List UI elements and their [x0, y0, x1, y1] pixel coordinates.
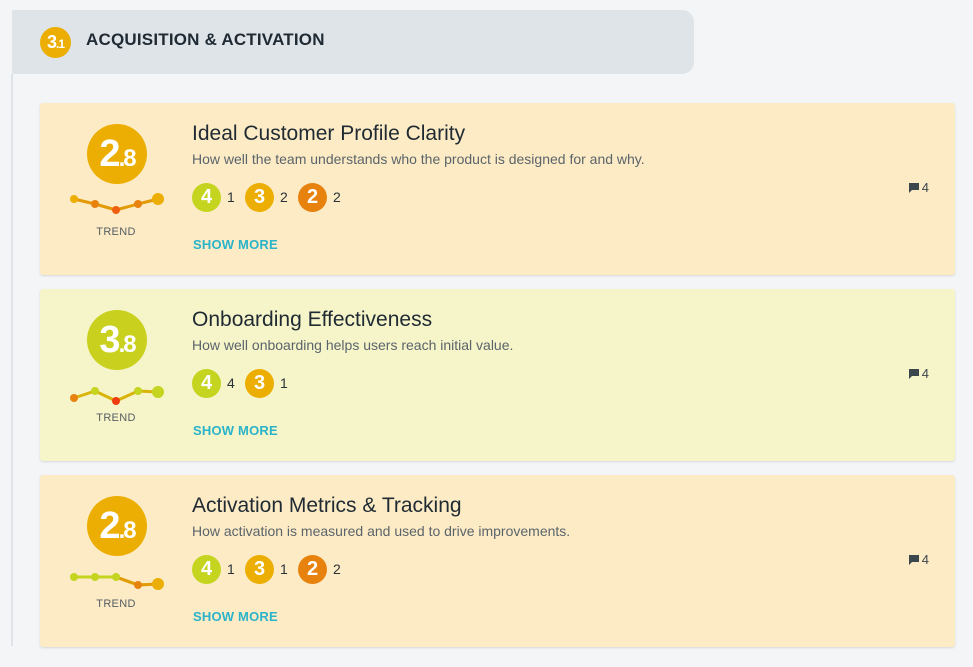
- vote-count: 2: [333, 189, 341, 205]
- show-more-link[interactable]: SHOW MORE: [193, 237, 278, 252]
- vote-count: 1: [227, 189, 235, 205]
- vote-level-3: 3 1: [245, 368, 292, 398]
- vote-count: 1: [227, 561, 235, 577]
- trend-point: [112, 206, 120, 214]
- vote-level-3: 3 1: [245, 554, 292, 584]
- page: 3.1 ACQUISITION & ACTIVATION 2.8 TREND I…: [0, 0, 973, 667]
- comment-count: 4: [921, 180, 929, 195]
- vote-level-4: 4 4: [192, 368, 239, 398]
- vote-count: 1: [280, 561, 288, 577]
- vote-distribution: 4 1 3 2 2 2: [192, 182, 351, 212]
- trend-point: [70, 195, 78, 203]
- vote-distribution: 4 1 3 1 2 2: [192, 554, 351, 584]
- trend-label: TREND: [96, 226, 136, 238]
- trend-point: [91, 573, 99, 581]
- trend-point: [152, 193, 164, 205]
- vote-count: 2: [333, 561, 341, 577]
- comments-button[interactable]: 4: [908, 180, 929, 195]
- trend-point: [91, 200, 99, 208]
- trend-sparkline: [70, 386, 164, 405]
- card-title: Ideal Customer Profile Clarity: [192, 122, 466, 145]
- question-card: 2.8 TREND Activation Metrics & Tracking …: [40, 475, 955, 647]
- trend-sparkline: [70, 193, 164, 214]
- comment-count: 4: [921, 366, 929, 381]
- trend-point: [112, 573, 120, 581]
- comment-icon: [908, 182, 919, 193]
- vote-level-3: 3 2: [245, 182, 292, 212]
- vote-level-badge: 4: [192, 182, 221, 212]
- comment-count: 4: [921, 552, 929, 567]
- show-more-link[interactable]: SHOW MORE: [193, 423, 278, 438]
- trend-point: [70, 394, 78, 402]
- section-title: ACQUISITION & ACTIVATION: [86, 30, 325, 49]
- vote-level-badge: 3: [245, 368, 274, 398]
- trend-point: [112, 397, 120, 405]
- card-title: Activation Metrics & Tracking: [192, 494, 462, 517]
- trend-point: [134, 581, 142, 589]
- trend-point: [152, 386, 164, 398]
- trend-point: [134, 200, 142, 208]
- section-spine: [11, 74, 13, 646]
- comments-button[interactable]: 4: [908, 366, 929, 381]
- comment-icon: [908, 368, 919, 379]
- trend-point: [70, 573, 78, 581]
- trend-sparkline: [70, 573, 164, 590]
- card-description: How well the team understands who the pr…: [192, 151, 645, 167]
- question-card: 3.8 TREND Onboarding Effectiveness How w…: [40, 289, 955, 461]
- trend-point: [152, 578, 164, 590]
- vote-level-badge: 4: [192, 554, 221, 584]
- score-circle: 2.8: [87, 496, 147, 556]
- vote-count: 2: [280, 189, 288, 205]
- trend-point: [134, 387, 142, 395]
- section-number-badge: 3.1: [40, 27, 71, 58]
- vote-level-badge: 2: [298, 182, 327, 212]
- trend-label: TREND: [96, 598, 136, 610]
- card-description: How activation is measured and used to d…: [192, 523, 571, 539]
- question-card: 2.8 TREND Ideal Customer Profile Clarity…: [40, 103, 955, 275]
- trend-point: [91, 387, 99, 395]
- vote-level-2: 2 2: [298, 554, 345, 584]
- vote-count: 4: [227, 375, 235, 391]
- card-description: How well onboarding helps users reach in…: [192, 337, 514, 353]
- vote-level-badge: 3: [245, 182, 274, 212]
- vote-level-4: 4 1: [192, 554, 239, 584]
- vote-count: 1: [280, 375, 288, 391]
- vote-distribution: 4 4 3 1: [192, 368, 298, 398]
- comment-icon: [908, 554, 919, 565]
- vote-level-2: 2 2: [298, 182, 345, 212]
- score-circle: 3.8: [87, 310, 147, 370]
- vote-level-badge: 4: [192, 368, 221, 398]
- vote-level-badge: 3: [245, 554, 274, 584]
- vote-level-4: 4 1: [192, 182, 239, 212]
- score-circle: 2.8: [87, 124, 147, 184]
- show-more-link[interactable]: SHOW MORE: [193, 609, 278, 624]
- card-title: Onboarding Effectiveness: [192, 308, 433, 331]
- section-header: 3.1 ACQUISITION & ACTIVATION: [12, 10, 694, 74]
- comments-button[interactable]: 4: [908, 552, 929, 567]
- trend-label: TREND: [96, 412, 136, 424]
- vote-level-badge: 2: [298, 554, 327, 584]
